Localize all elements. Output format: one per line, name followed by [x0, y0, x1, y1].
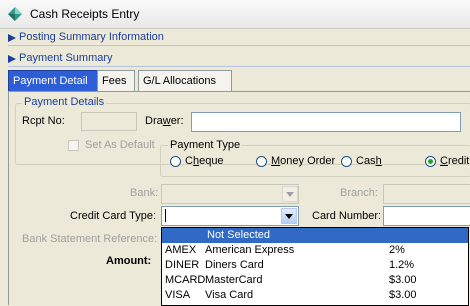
- drawer-field[interactable]: [191, 112, 461, 132]
- chevron-down-icon: [285, 213, 293, 219]
- payment-details-title: Payment Details: [22, 96, 107, 108]
- credit-label: Credit: [440, 155, 470, 167]
- bank-statement-reference-label: Bank Statement Reference:: [22, 233, 158, 245]
- credit-radio[interactable]: [425, 156, 436, 167]
- diamond-app-icon: [8, 7, 22, 21]
- amount-label: Amount:: [106, 255, 152, 267]
- card-code: VISA: [165, 289, 191, 301]
- bank-label: Bank:: [130, 187, 159, 199]
- cheque-radio[interactable]: [170, 156, 181, 167]
- money-order-radio[interactable]: [256, 156, 267, 167]
- dropdown-option[interactable]: VISA Visa Card $3.00: [162, 288, 468, 303]
- credit-card-dropdown-button[interactable]: [281, 208, 297, 224]
- money-order-label: Money Order: [271, 155, 336, 167]
- card-number-label: Card Number:: [312, 210, 382, 222]
- section-divider: [8, 66, 470, 67]
- tab-payment-detail[interactable]: Payment Detail: [8, 70, 99, 91]
- card-name: Diners Card: [205, 259, 264, 271]
- bank-dropdown-button[interactable]: [282, 186, 298, 202]
- tab-gl-allocations[interactable]: G/L Allocations: [138, 70, 232, 91]
- text-cursor: [165, 209, 166, 222]
- dropdown-option-label: Not Selected: [207, 229, 270, 241]
- card-fee: 2%: [389, 244, 405, 256]
- expand-icon[interactable]: [8, 55, 16, 63]
- bank-select[interactable]: [161, 184, 299, 204]
- card-fee: 1.2%: [389, 259, 415, 271]
- credit-card-type-select[interactable]: [161, 206, 299, 226]
- branch-field[interactable]: [383, 184, 470, 204]
- card-code: MCARD: [165, 274, 206, 286]
- dropdown-option[interactable]: AMEX American Express 2%: [162, 243, 468, 258]
- posting-summary-section[interactable]: Posting Summary Information: [19, 31, 164, 43]
- card-code: AMEX: [165, 244, 197, 256]
- cash-radio[interactable]: [341, 156, 352, 167]
- set-as-default-checkbox[interactable]: [68, 140, 79, 151]
- card-name: MasterCard: [205, 274, 263, 286]
- dropdown-option-not-selected[interactable]: Not Selected: [162, 228, 468, 243]
- cash-label: Cash: [356, 155, 382, 167]
- drawer-label: Drawer:: [145, 115, 184, 127]
- rcpt-no-label: Rcpt No:: [22, 115, 65, 127]
- card-number-field[interactable]: [383, 206, 470, 226]
- section-divider: [8, 45, 470, 46]
- branch-label: Branch:: [340, 187, 378, 199]
- card-code: DINER: [165, 259, 200, 271]
- dropdown-option[interactable]: DINER Diners Card 1.2%: [162, 258, 468, 273]
- card-fee: $3.00: [389, 274, 417, 286]
- rcpt-no-field: [81, 112, 137, 131]
- tab-fees[interactable]: Fees: [97, 70, 135, 91]
- window-title: Cash Receipts Entry: [30, 7, 140, 21]
- credit-card-type-dropdown-list: Not Selected AMEX American Express 2% DI…: [161, 227, 469, 306]
- card-name: American Express: [205, 244, 295, 256]
- payment-summary-section[interactable]: Payment Summary: [19, 52, 113, 64]
- set-as-default-label: Set As Default: [85, 139, 155, 151]
- payment-type-title: Payment Type: [168, 139, 243, 151]
- credit-card-type-label: Credit Card Type:: [70, 210, 157, 222]
- cheque-label: Cheque: [185, 155, 224, 167]
- card-fee: $3.00: [389, 289, 417, 301]
- dropdown-option[interactable]: MCARD MasterCard $3.00: [162, 273, 468, 288]
- expand-icon[interactable]: [8, 34, 16, 42]
- chevron-down-icon: [286, 191, 294, 197]
- card-name: Visa Card: [205, 289, 254, 301]
